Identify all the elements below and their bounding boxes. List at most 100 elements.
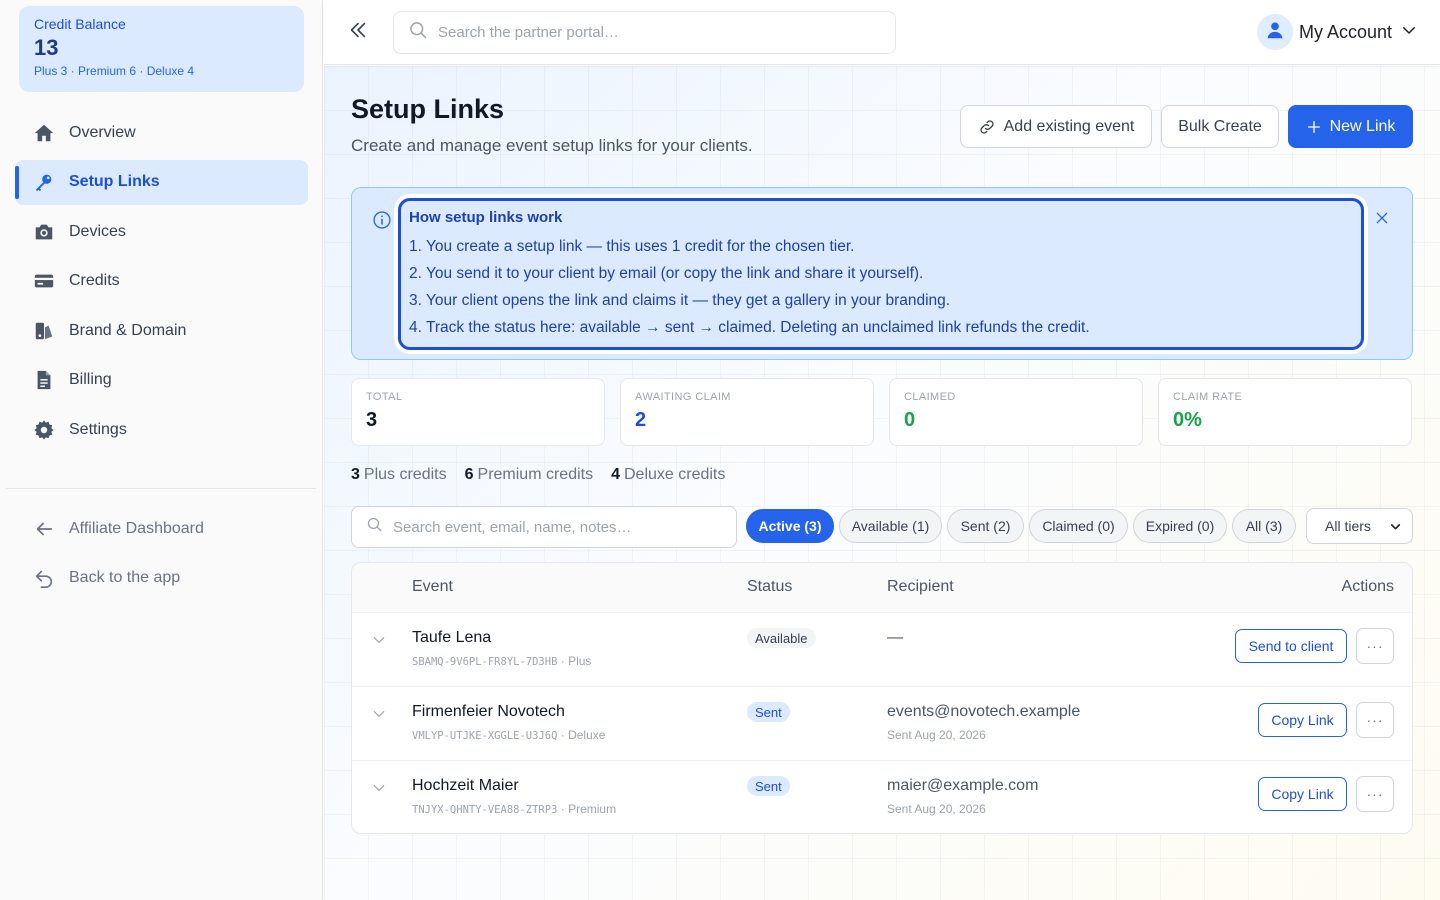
recipient: —: [887, 629, 903, 646]
link-code: SBAMQ-9V6PL-FR8YL-7D3HB: [412, 656, 558, 668]
main-content: Setup Links Create and manage event setu…: [324, 66, 1440, 900]
link-tier: Deluxe: [568, 728, 606, 742]
bulk-create-label: Bulk Create: [1178, 117, 1262, 135]
account-label: My Account: [1298, 21, 1392, 42]
link-code: VMLYP-UTJKE-XGGLE-U3J6Q: [412, 730, 558, 742]
close-callout-button[interactable]: [1374, 210, 1390, 231]
credit-label: Deluxe credits: [624, 466, 726, 483]
stat-label: CLAIMED: [904, 391, 956, 403]
table-row: Taufe Lena SBAMQ-9V6PL-FR8YL-7D3HB · Plu…: [352, 613, 1412, 687]
chevron-down-icon: [372, 782, 386, 799]
page-title: Setup Links: [351, 94, 505, 124]
event-meta: TNJYX-QHNTY-VEA88-ZTRP3 · Premium: [412, 802, 617, 816]
credits-summary: 3 Plus credits 6 Premium credits 4 Deluxe c…: [351, 466, 743, 484]
chevron-down-icon: [1389, 520, 1402, 536]
sidebar-item-label: Devices: [69, 222, 126, 240]
new-link-button[interactable]: New Link: [1288, 105, 1413, 148]
sidebar-secondary-nav: Affiliate Dashboard Back to the app: [0, 506, 323, 605]
brand-icon: [33, 320, 55, 342]
sidebar-item-label: Setup Links: [69, 173, 160, 190]
column-header-recipient: Recipient: [887, 578, 954, 595]
add-existing-event-button[interactable]: Add existing event: [960, 105, 1152, 148]
bulk-create-button[interactable]: Bulk Create: [1161, 105, 1279, 148]
how-it-works-step: 1. You create a setup link — this uses 1…: [409, 238, 855, 255]
stat-label: TOTAL: [366, 391, 403, 403]
filter-chip-available[interactable]: Available (1): [839, 509, 942, 543]
sidebar-item-brand-domain[interactable]: Brand & Domain: [15, 308, 308, 353]
how-it-works-content: How setup links work 1. You create a set…: [398, 198, 1364, 350]
more-horizontal-icon: ···: [1366, 786, 1384, 802]
sidebar-item-billing[interactable]: Billing: [15, 358, 308, 403]
gear-icon: [33, 419, 55, 441]
row-more-button[interactable]: ···: [1356, 628, 1394, 664]
filter-chip-active[interactable]: Active (3): [746, 509, 834, 543]
link-icon: [978, 118, 996, 136]
filter-chip-claimed[interactable]: Claimed (0): [1029, 509, 1128, 543]
sidebar-item-back-to-app[interactable]: Back to the app: [15, 556, 308, 601]
double-chevron-left-icon: [347, 19, 369, 46]
recipient: maier@example.com: [887, 777, 1039, 794]
chevron-down-icon: [1400, 21, 1418, 44]
credit-balance-card[interactable]: Credit Balance 13 Plus 3 · Premium 6 · D…: [19, 6, 304, 92]
sidebar-item-label: Billing: [69, 371, 112, 388]
camera-icon: [33, 221, 55, 243]
event-meta: SBAMQ-9V6PL-FR8YL-7D3HB · Plus: [412, 654, 592, 668]
stat-card-claimed: CLAIMED 0: [889, 378, 1143, 446]
expand-row-button[interactable]: [372, 633, 386, 652]
sidebar-item-label: Overview: [69, 123, 136, 141]
sidebar-item-setup-links[interactable]: Setup Links: [15, 159, 308, 205]
link-tier: Premium: [568, 802, 617, 816]
send-to-client-button[interactable]: Send to client: [1235, 629, 1347, 663]
sidebar-item-settings[interactable]: Settings: [15, 407, 308, 452]
credit-label: Plus credits: [363, 466, 447, 483]
collapse-sidebar-button[interactable]: [344, 18, 372, 46]
sidebar-item-credits[interactable]: Credits: [15, 259, 308, 304]
sidebar-item-devices[interactable]: Devices: [15, 209, 308, 254]
stat-value: 0: [904, 409, 916, 431]
portal-search-input[interactable]: [438, 24, 878, 41]
how-it-works-step: 2. You send it to your client by email (…: [409, 265, 924, 282]
sidebar-divider: [6, 488, 316, 489]
portal-search-box: [393, 11, 896, 54]
copy-link-button[interactable]: Copy Link: [1258, 777, 1347, 811]
expand-row-button[interactable]: [372, 781, 386, 800]
sidebar-item-affiliate-dashboard[interactable]: Affiliate Dashboard: [15, 506, 308, 551]
account-menu[interactable]: My Account: [1256, 14, 1418, 50]
recipient: events@novotech.example: [887, 703, 1081, 720]
stat-value: 2: [635, 409, 647, 431]
credit-count: 6: [464, 466, 474, 483]
setup-links-table: Event Status Recipient Actions Taufe Len…: [351, 562, 1413, 834]
sidebar-item-label: Settings: [69, 420, 127, 438]
add-existing-event-label: Add existing event: [1003, 117, 1135, 135]
column-header-actions: Actions: [1341, 578, 1394, 595]
credit-count-deluxe: 4 Deluxe credits: [611, 466, 725, 484]
status-badge: Sent: [747, 776, 790, 796]
sidebar-item-label: Back to the app: [69, 569, 181, 586]
stat-value: 0%: [1173, 409, 1202, 431]
expand-row-button[interactable]: [372, 707, 386, 726]
avatar: [1256, 14, 1293, 50]
close-icon: [1374, 212, 1390, 230]
filter-chip-sent[interactable]: Sent (2): [947, 509, 1024, 543]
filter-chip-expired[interactable]: Expired (0): [1133, 509, 1227, 543]
stat-label: CLAIM RATE: [1173, 391, 1243, 403]
stat-value: 3: [366, 409, 378, 431]
filter-chip-all[interactable]: All (3): [1232, 509, 1296, 543]
arrow-left-icon: [33, 518, 55, 540]
status-badge: Sent: [747, 702, 790, 722]
tier-select[interactable]: All tiers: [1306, 508, 1413, 544]
row-more-button[interactable]: ···: [1356, 702, 1394, 738]
event-name: Taufe Lena: [412, 629, 492, 646]
stat-card-claim-rate: CLAIM RATE 0%: [1158, 378, 1412, 446]
search-icon: [408, 20, 428, 45]
links-search-input[interactable]: [393, 518, 723, 536]
row-more-button[interactable]: ···: [1356, 776, 1394, 812]
copy-link-button[interactable]: Copy Link: [1258, 703, 1347, 737]
column-header-status: Status: [747, 578, 793, 595]
key-icon: [33, 171, 55, 193]
page-subtitle: Create and manage event setup links for …: [351, 136, 753, 155]
stat-label: AWAITING CLAIM: [635, 391, 731, 403]
sidebar-item-label: Affiliate Dashboard: [69, 519, 204, 537]
credit-count-premium: 6 Premium credits: [465, 466, 593, 484]
sidebar-item-overview[interactable]: Overview: [15, 110, 308, 155]
